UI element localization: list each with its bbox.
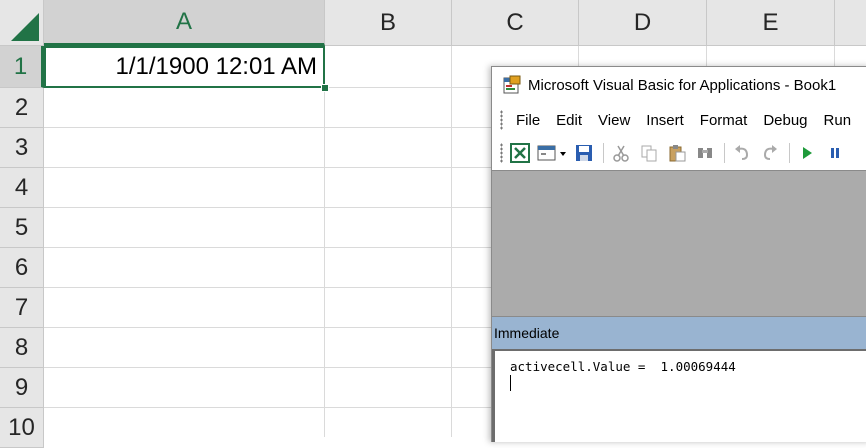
column-header-c[interactable]: C (452, 0, 579, 46)
vba-menu-bar: File Edit View Insert Format Debug Run (492, 103, 866, 137)
save-icon[interactable] (573, 142, 595, 164)
immediate-window-title: Immediate (494, 325, 560, 341)
run-icon[interactable] (796, 142, 818, 164)
row-header-2[interactable]: 2 (0, 88, 44, 128)
row-header-3[interactable]: 3 (0, 128, 44, 168)
redo-icon[interactable] (759, 142, 781, 164)
vba-standard-toolbar (492, 137, 866, 169)
undo-icon[interactable] (731, 142, 753, 164)
menubar-grip[interactable] (500, 110, 503, 130)
text-caret (510, 375, 511, 391)
gridline (451, 46, 452, 437)
toolbar-grip[interactable] (500, 143, 503, 163)
vba-editor-window: Microsoft Visual Basic for Applications … (491, 66, 866, 442)
row-header-4[interactable]: 4 (0, 168, 44, 208)
column-header-b[interactable]: B (325, 0, 452, 46)
menu-view[interactable]: View (591, 112, 639, 129)
column-header-a[interactable]: A (44, 0, 325, 46)
vba-title-bar[interactable]: Microsoft Visual Basic for Applications … (492, 67, 866, 103)
immediate-window[interactable]: activecell.Value = 1.00069444 (492, 351, 866, 442)
paste-icon[interactable] (666, 142, 688, 164)
column-header-f-partial[interactable] (835, 0, 866, 46)
vba-window-title: Microsoft Visual Basic for Applications … (528, 76, 837, 94)
immediate-output-line: activecell.Value = 1.00069444 (510, 359, 736, 374)
cell-a1[interactable]: 1/1/1900 12:01 AM (44, 46, 325, 88)
row-header-10[interactable]: 10 (0, 408, 44, 448)
row-header-5[interactable]: 5 (0, 208, 44, 248)
row-header-9[interactable]: 9 (0, 368, 44, 408)
select-all-triangle-icon (11, 13, 39, 41)
cut-icon[interactable] (610, 142, 632, 164)
vba-workspace-area (492, 170, 866, 317)
excel-view-icon[interactable] (509, 142, 531, 164)
menu-debug[interactable]: Debug (756, 112, 816, 129)
menu-insert[interactable]: Insert (639, 112, 693, 129)
row-header-7[interactable]: 7 (0, 288, 44, 328)
break-icon[interactable] (824, 142, 846, 164)
gridline (324, 46, 325, 437)
column-header-e[interactable]: E (707, 0, 835, 46)
row-header-8[interactable]: 8 (0, 328, 44, 368)
menu-edit[interactable]: Edit (549, 112, 591, 129)
menu-format[interactable]: Format (693, 112, 757, 129)
insert-userform-icon[interactable] (537, 142, 567, 164)
toolbar-separator (789, 143, 790, 163)
toolbar-separator (603, 143, 604, 163)
find-icon[interactable] (694, 142, 716, 164)
copy-icon[interactable] (638, 142, 660, 164)
menu-file[interactable]: File (509, 112, 549, 129)
cell-a1-value: 1/1/1900 12:01 AM (115, 53, 318, 80)
column-header-d[interactable]: D (579, 0, 707, 46)
toolbar-separator (724, 143, 725, 163)
vba-app-icon (503, 75, 521, 94)
immediate-window-title-bar[interactable]: Immediate (492, 317, 866, 351)
row-header-1[interactable]: 1 (0, 46, 44, 88)
select-all-button[interactable] (0, 0, 44, 46)
menu-run[interactable]: Run (817, 112, 861, 129)
row-header-6[interactable]: 6 (0, 248, 44, 288)
fill-handle[interactable] (321, 84, 329, 92)
